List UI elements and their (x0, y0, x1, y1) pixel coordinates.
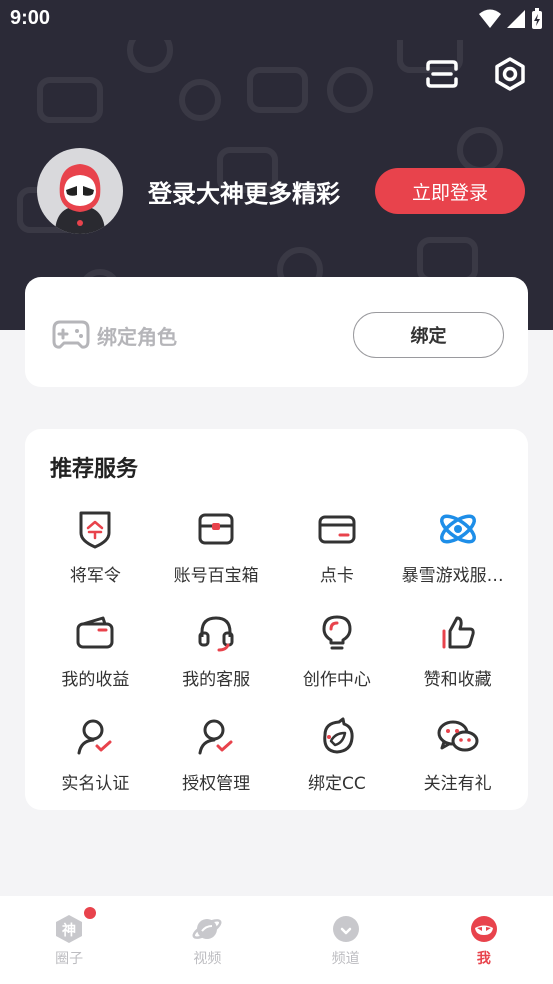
scan-button[interactable] (422, 54, 462, 94)
wallet-icon (73, 611, 117, 655)
battery-icon (532, 8, 542, 29)
wechat-icon (436, 715, 480, 759)
service-blizzard[interactable]: 暴雪游戏服务中心 (397, 507, 518, 611)
planet-icon (192, 919, 222, 939)
bind-role-card: 绑定角色 绑定 (25, 277, 528, 387)
service-label: 绑定CC (308, 774, 366, 794)
service-label: 我的收益 (61, 670, 130, 690)
service-likes-favorites[interactable]: 赞和收藏 (397, 611, 518, 715)
login-button[interactable]: 立即登录 (375, 168, 525, 214)
status-time: 9:00 (10, 7, 51, 29)
service-customer-support[interactable]: 我的客服 (156, 611, 277, 715)
me-icon (470, 916, 497, 942)
service-label: 我的客服 (182, 670, 251, 690)
service-label: 创作中心 (302, 670, 371, 690)
bind-button[interactable]: 绑定 (353, 312, 504, 358)
tab-me[interactable]: 我 (415, 896, 553, 984)
tab-label: 圈子 (55, 951, 84, 967)
tab-circle[interactable]: 神 圈子 (0, 896, 138, 984)
service-follow-gift[interactable]: 关注有礼 (397, 715, 518, 819)
avatar[interactable] (37, 148, 123, 234)
scan-icon (426, 60, 458, 88)
tab-label: 频道 (331, 951, 360, 967)
service-my-earnings[interactable]: 我的收益 (35, 611, 156, 715)
user-verified-icon (73, 715, 117, 759)
blizzard-logo-icon (436, 507, 480, 551)
service-label: 授权管理 (182, 774, 251, 794)
tab-label: 我 (476, 951, 491, 967)
service-label: 将军令 (69, 566, 121, 586)
service-creation-center[interactable]: 创作中心 (277, 611, 398, 715)
service-label: 点卡 (319, 566, 354, 586)
card-icon (315, 507, 359, 551)
tab-channel[interactable]: 频道 (277, 896, 415, 984)
service-bind-cc[interactable]: 绑定CC (277, 715, 398, 819)
thumbs-up-icon (436, 611, 480, 655)
status-bar: 9:00 (0, 0, 553, 38)
recommended-services: 推荐服务 将军令 账号百宝箱 点卡 暴雪游戏服务中心 (25, 429, 528, 810)
service-label: 赞和收藏 (423, 670, 492, 690)
services-grid: 将军令 账号百宝箱 点卡 暴雪游戏服务中心 我的收益 (35, 507, 518, 819)
default-avatar-icon (55, 164, 105, 234)
headset-icon (194, 611, 238, 655)
service-label: 暴雪游戏服务中心 (401, 566, 514, 586)
notification-badge (84, 907, 96, 919)
tab-video[interactable]: 视频 (138, 896, 276, 984)
cc-logo-icon (315, 715, 359, 759)
user-auth-icon (194, 715, 238, 759)
service-label: 账号百宝箱 (173, 566, 259, 586)
status-icons (479, 8, 543, 30)
service-real-name-auth[interactable]: 实名认证 (35, 715, 156, 819)
bind-role-label: 绑定角色 (97, 325, 177, 349)
service-label: 实名认证 (61, 774, 130, 794)
settings-icon (495, 57, 525, 91)
lightbulb-icon (315, 611, 359, 655)
shen-icon: 神 (56, 915, 83, 943)
channel-icon (332, 916, 359, 942)
gamepad-icon (52, 320, 90, 349)
wifi-icon (479, 9, 501, 28)
tab-label: 视频 (193, 951, 222, 967)
services-title: 推荐服务 (50, 457, 139, 482)
settings-button[interactable] (490, 54, 530, 94)
service-point-card[interactable]: 点卡 (277, 507, 398, 611)
service-account-treasure-box[interactable]: 账号百宝箱 (156, 507, 277, 611)
service-jiangjunling[interactable]: 将军令 (35, 507, 156, 611)
shield-token-icon (73, 507, 117, 551)
bottom-tab-bar: 神 圈子 视频 频道 我 (0, 896, 553, 984)
svg-text:神: 神 (62, 922, 76, 939)
login-prompt: 登录大神更多精彩 (148, 180, 340, 208)
service-authorization-management[interactable]: 授权管理 (156, 715, 277, 819)
signal-icon (507, 10, 525, 28)
treasure-box-icon (194, 507, 238, 551)
service-label: 关注有礼 (423, 774, 492, 794)
